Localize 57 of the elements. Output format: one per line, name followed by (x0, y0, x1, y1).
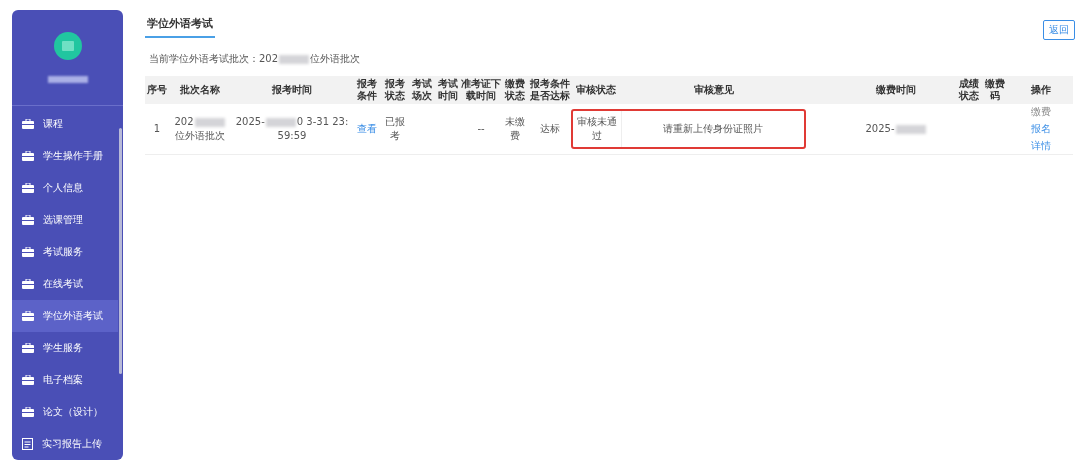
briefcase-icon (22, 407, 34, 417)
column-header: 报考条件 (357, 78, 377, 101)
table-cell-text: 2025- 0 3-31 23:59:59 (234, 115, 350, 143)
sidebar-item[interactable]: 选课管理 (12, 204, 118, 236)
table-cell-text: 202 位外语批次 (173, 115, 226, 143)
redacted-username (47, 76, 88, 83)
column-header: 批次名称 (180, 84, 220, 95)
sidebar-item[interactable]: 课程 (12, 108, 118, 140)
action-link[interactable]: 详情 (1030, 139, 1051, 153)
briefcase-icon (22, 343, 34, 353)
column-header: 考试场次 (412, 78, 432, 101)
view-link[interactable]: 查看 (357, 122, 377, 136)
sidebar-item[interactable]: 考试服务 (12, 236, 118, 268)
column-header: 缴费码 (985, 78, 1005, 101)
column-header: 报考状态 (385, 78, 405, 101)
table-cell: 达标 (540, 123, 560, 134)
scrollbar[interactable] (119, 128, 122, 374)
table-cell: 2025- (838, 122, 954, 136)
table-cell: 已报考 (385, 116, 405, 141)
column-header: 操作 (1030, 84, 1051, 95)
column-header: 报考条件是否达标 (530, 78, 570, 101)
column-header: 审核状态 (576, 84, 616, 95)
column-header: 审核意见 (693, 84, 734, 95)
column-header: 缴费时间 (876, 84, 916, 95)
avatar (53, 32, 82, 60)
table-cell: 未缴费 (505, 116, 525, 141)
sidebar-item[interactable]: 电子档案 (12, 364, 118, 396)
sidebar-item[interactable]: 实习报告上传 (12, 428, 118, 460)
column-header: 成绩状态 (959, 78, 979, 101)
briefcase-icon (22, 279, 34, 289)
column-header: 准考证下载时间 (461, 78, 501, 101)
column-header: 报考时间 (272, 84, 312, 95)
column-header: 考试时间 (438, 78, 458, 101)
action-link[interactable]: 报名 (1030, 122, 1051, 136)
briefcase-icon (22, 183, 34, 193)
briefcase-icon (22, 151, 34, 161)
table-cell: 1 (153, 123, 161, 134)
briefcase-icon (22, 375, 34, 385)
column-header: 缴费状态 (505, 78, 525, 101)
column-header: 序号 (147, 84, 167, 95)
sidebar-item[interactable]: 学生操作手册 (12, 140, 118, 172)
back-button[interactable]: 返回 (1043, 20, 1075, 40)
page-title[interactable]: 学位外语考试 (145, 16, 215, 38)
sidebar-item[interactable]: 个人信息 (12, 172, 118, 204)
document-icon (22, 438, 33, 450)
briefcase-icon (22, 215, 34, 225)
sidebar-item[interactable]: 论文（设计） (12, 396, 118, 428)
table-cell: -- (477, 123, 485, 134)
briefcase-icon (22, 119, 34, 129)
sidebar-item[interactable]: 学生服务 (12, 332, 118, 364)
sidebar-item[interactable]: 在线考试 (12, 268, 118, 300)
table-cell: 请重新上传身份证照片 (663, 123, 763, 134)
sidebar-item[interactable]: 学位外语考试 (12, 300, 118, 332)
briefcase-icon (22, 311, 34, 321)
table-cell-text: 审核未通过 (576, 115, 618, 143)
briefcase-icon (22, 247, 34, 257)
batch-text: 当前学位外语考试批次：202 位外语批次 (149, 52, 361, 66)
